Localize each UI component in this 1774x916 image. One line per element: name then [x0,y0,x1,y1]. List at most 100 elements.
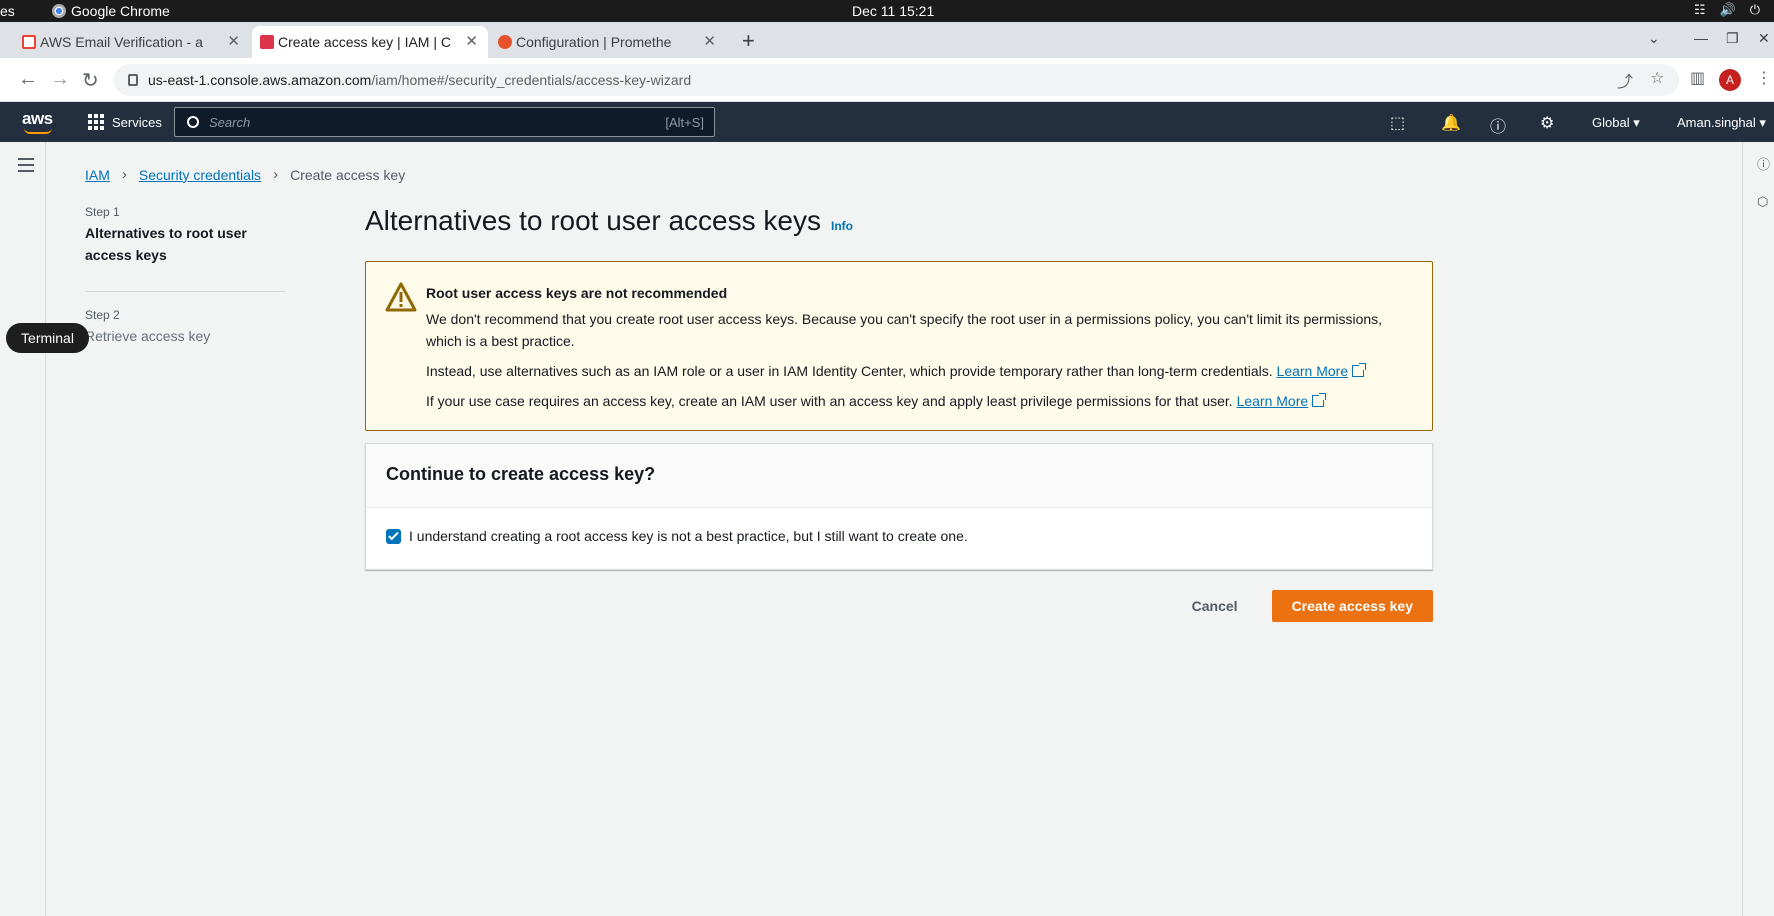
tools-rail: ⓘ ⬡ [1742,142,1774,916]
info-panel-icon[interactable]: ⓘ [1757,154,1770,173]
step-title: Retrieve access key [85,328,211,344]
close-icon[interactable]: ✕ [227,32,240,50]
clock[interactable]: Dec 11 15:21 [852,3,934,19]
warning-heading: Root user access keys are not recommende… [426,285,728,301]
volume-icon: 🔊 [1719,2,1736,17]
profile-avatar[interactable]: A [1719,69,1741,91]
warning-paragraph-2: Instead, use alternatives such as an IAM… [426,360,1396,382]
lock-icon [128,74,138,86]
warning-paragraph-1: We don't recommend that you create root … [426,311,1383,349]
acknowledge-label[interactable]: I understand creating a root access key … [409,528,968,544]
search-placeholder: Search [209,114,251,130]
notifications-bell-icon[interactable]: 🔔 [1441,113,1461,133]
close-window-icon[interactable]: ✕ [1758,30,1770,47]
tab-search-icon[interactable]: ⌄ [1648,30,1660,47]
forward-icon[interactable]: → [50,68,70,91]
tab-title: Create access key | IAM | C [278,34,451,50]
step-divider [85,291,285,292]
tab-email-verification[interactable]: AWS Email Verification - a ✕ [14,26,250,58]
step-2: Step 2 Retrieve access key [85,308,285,347]
share-icon[interactable]: ⤴ [1617,68,1633,92]
search-icon [187,116,199,128]
power-icon: ⏻ [1749,2,1760,17]
warning-paragraph-3: If your use case requires an access key,… [426,390,1396,412]
tab-title: Configuration | Promethe [516,34,672,50]
tab-title: AWS Email Verification - a [40,34,203,50]
reload-icon[interactable]: ↻ [82,68,99,93]
bookmark-star-icon[interactable]: ☆ [1650,68,1664,88]
breadcrumb-security-credentials[interactable]: Security credentials [139,167,261,183]
tab-strip: AWS Email Verification - a ✕ Create acce… [0,22,1774,58]
cancel-button[interactable]: Cancel [1186,590,1244,622]
create-access-key-button[interactable]: Create access key [1271,590,1433,622]
breadcrumb-current: Create access key [290,166,406,183]
search-shortcut: [Alt+S] [665,115,704,130]
tab-prometheus[interactable]: Configuration | Promethe ✕ [490,26,726,58]
settings-gear-icon[interactable]: ⚙ [1540,113,1554,133]
hamburger-menu-icon[interactable] [18,158,34,176]
learn-more-link[interactable]: Learn More [1237,393,1309,409]
app-name: Google Chrome [71,3,170,19]
page-title: Alternatives to root user access keys In… [365,205,1433,237]
prometheus-icon [498,35,512,49]
new-tab-icon[interactable]: + [742,28,755,54]
back-icon[interactable]: ← [18,68,38,91]
terminal-tooltip: Terminal [6,323,89,353]
step-title: Alternatives to root user access keys [85,225,247,263]
url-path: /iam/home#/security_credentials/access-k… [371,72,692,88]
system-tray[interactable]: ☷ 🔊 ⏻ [1694,2,1760,18]
menu-icon[interactable]: ⋮ [1756,68,1772,88]
warning-text: Root user access keys are not recommende… [426,282,1396,420]
close-icon[interactable]: ✕ [703,32,716,50]
warning-paragraph-3-text: If your use case requires an access key,… [426,393,1233,409]
step-number: Step 2 [85,308,120,322]
side-navigation-rail [0,142,46,916]
main-content: Alternatives to root user access keys In… [365,205,1433,622]
acknowledge-checkbox[interactable] [386,528,401,544]
network-icon: ☷ [1693,2,1706,17]
step-1: Step 1 Alternatives to root user access … [85,205,285,266]
minimize-icon[interactable]: — [1694,30,1708,46]
external-link-icon [1312,393,1327,407]
activities-label[interactable]: es [0,3,15,19]
services-label: Services [112,114,162,130]
aws-logo[interactable]: aws [22,109,53,134]
step-number: Step 1 [85,205,120,219]
chevron-right-icon: › [121,166,127,183]
breadcrumb-iam[interactable]: IAM [85,167,110,183]
maximize-icon[interactable]: ❐ [1726,30,1739,47]
gmail-icon [22,35,36,49]
account-menu[interactable]: Aman.singhal ▾ [1677,115,1766,131]
breadcrumb: IAM › Security credentials › Create acce… [85,166,405,183]
aws-icon [260,35,274,49]
warning-paragraph-2-text: Instead, use alternatives such as an IAM… [426,363,1273,379]
warning-alert: Root user access keys are not recommende… [365,261,1433,431]
close-icon[interactable]: ✕ [465,32,478,50]
region-selector[interactable]: Global ▾ [1592,115,1640,131]
tab-create-access-key[interactable]: Create access key | IAM | C ✕ [252,26,488,58]
info-link[interactable]: Info [831,219,853,233]
url-host: us-east-1.console.aws.amazon.com [148,72,372,88]
address-bar[interactable]: us-east-1.console.aws.amazon.com/iam/hom… [114,64,1679,96]
app-menu[interactable]: Google Chrome [52,3,170,19]
external-link-icon [1352,363,1367,377]
help-icon[interactable]: ⓘ [1490,113,1506,137]
acknowledge-row: I understand creating a root access key … [366,508,1432,564]
browser-toolbar: ← → ↻ us-east-1.console.aws.amazon.com/i… [0,58,1774,102]
continue-heading: Continue to create access key? [366,444,1432,508]
services-menu[interactable]: Services [88,114,162,130]
side-panel-icon[interactable]: ▥ [1690,68,1705,88]
wizard-steps: Step 1 Alternatives to root user access … [85,205,285,347]
search-input[interactable]: Search [Alt+S] [174,107,715,137]
continue-panel: Continue to create access key? I underst… [365,443,1433,570]
aws-top-nav: aws Services Search [Alt+S] ⬚ 🔔 ⓘ ⚙ Glob… [0,102,1774,142]
grid-icon [88,114,104,130]
chevron-right-icon: › [273,166,279,183]
os-top-bar: es Google Chrome Dec 11 15:21 ☷ 🔊 ⏻ [0,0,1774,22]
warning-icon [385,282,417,312]
page-title-text: Alternatives to root user access keys [365,205,821,236]
form-actions: Cancel Create access key [1186,590,1433,622]
hexagon-icon[interactable]: ⬡ [1757,194,1768,210]
learn-more-link[interactable]: Learn More [1277,363,1349,379]
cloudshell-icon[interactable]: ⬚ [1390,113,1405,133]
